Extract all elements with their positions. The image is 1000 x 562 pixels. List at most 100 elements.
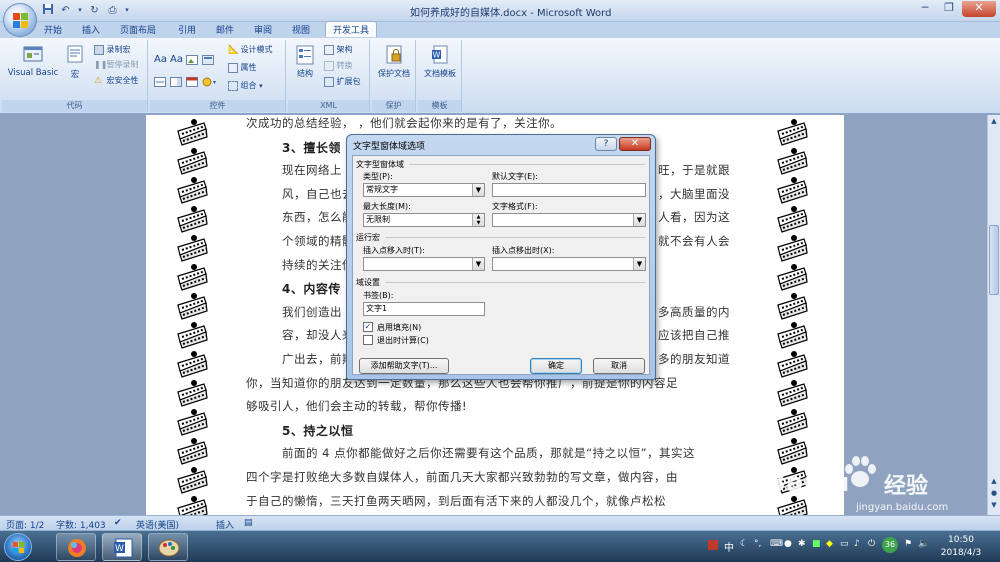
- tab-developer[interactable]: 开发工具: [325, 21, 378, 37]
- clock[interactable]: 10:50 2018/4/3: [936, 534, 986, 560]
- keyboard-icon[interactable]: ⌨: [770, 539, 783, 549]
- undo-dropdown-icon[interactable]: ▾: [76, 3, 84, 18]
- settings-icon[interactable]: ✱: [798, 539, 806, 549]
- macro-record-icon[interactable]: ▤: [244, 518, 253, 528]
- macros-icon: [67, 45, 83, 63]
- cancel-button[interactable]: 取消: [593, 358, 645, 374]
- taskbar-app-paint[interactable]: [148, 533, 188, 561]
- design-mode-button[interactable]: 📐 设计模式: [228, 44, 273, 55]
- maximize-button[interactable]: ❐: [938, 1, 960, 17]
- ime-moon-icon[interactable]: ☾: [740, 539, 748, 549]
- tab-insert[interactable]: 插入: [82, 23, 100, 36]
- display-icon[interactable]: ▭: [840, 539, 849, 549]
- spinner-icon[interactable]: ▲ ▼: [472, 214, 484, 226]
- combo-box-icon[interactable]: [170, 77, 182, 89]
- dialog-close-button[interactable]: ✕: [619, 137, 651, 151]
- rich-text-control-button[interactable]: Aa: [154, 54, 167, 65]
- cake-border-icon: [177, 119, 208, 146]
- text-format-dropdown-icon[interactable]: ▼: [633, 214, 645, 226]
- flag-icon[interactable]: ⚑: [904, 539, 912, 549]
- start-button[interactable]: [4, 533, 32, 561]
- scroll-up-icon[interactable]: ▲: [989, 117, 999, 127]
- print-preview-icon[interactable]: ⎙: [105, 3, 120, 18]
- speaker-icon[interactable]: 🔈: [918, 539, 929, 549]
- ok-button[interactable]: 确定: [530, 358, 582, 374]
- exit-macro-select[interactable]: ▼: [492, 257, 646, 271]
- redo-icon[interactable]: ↻: [87, 3, 102, 18]
- spell-check-icon[interactable]: ✔: [114, 518, 122, 528]
- type-select[interactable]: 常规文字 ▼: [363, 183, 485, 197]
- pause-recording-label: 暂停录制: [106, 60, 139, 69]
- network-status-icon[interactable]: ■: [812, 539, 821, 549]
- expansion-packs-button[interactable]: 扩展包: [324, 76, 361, 87]
- save-icon[interactable]: [40, 3, 55, 18]
- title-bar: ↶ ▾ ↻ ⎙ ▾ 如何养成好的自媒体.docx - Microsoft Wor…: [0, 0, 1000, 22]
- legacy-forms-icon[interactable]: [202, 77, 218, 89]
- date-picker-icon[interactable]: [186, 77, 198, 89]
- cake-border-icon: [177, 235, 208, 262]
- transform-icon: [324, 60, 334, 71]
- text-control-button[interactable]: Aa: [170, 54, 183, 65]
- visual-basic-button[interactable]: Visual Basic: [6, 44, 60, 78]
- document-heading: 4、内容传: [282, 282, 341, 297]
- macro-security-button[interactable]: ⚠ 宏安全性: [94, 75, 139, 86]
- tray-app-icon[interactable]: [708, 540, 718, 550]
- legacy-tools-icon[interactable]: [154, 77, 166, 89]
- taskbar-app-browser[interactable]: [56, 533, 96, 561]
- type-dropdown-icon[interactable]: ▼: [472, 184, 484, 196]
- record-macro-button[interactable]: 录制宏: [94, 44, 131, 55]
- building-block-icon[interactable]: [202, 55, 214, 67]
- entry-macro-select[interactable]: ▼: [363, 257, 485, 271]
- properties-button[interactable]: 属性: [228, 62, 257, 73]
- section-text-form-field: 文字型窗体域: [356, 160, 404, 169]
- customize-qat-icon[interactable]: ▾: [123, 3, 131, 18]
- power-icon[interactable]: ⏻: [868, 539, 875, 549]
- tray-badge[interactable]: 36: [882, 537, 898, 553]
- properties-label: 属性: [240, 63, 257, 72]
- scrollbar-thumb[interactable]: [989, 225, 999, 295]
- office-button[interactable]: [3, 3, 37, 37]
- svg-text:W: W: [433, 51, 441, 60]
- security-icon[interactable]: ◆: [826, 539, 833, 549]
- tab-page-layout[interactable]: 页面布局: [120, 23, 156, 36]
- text-form-field-options-dialog: 文字型窗体域选项 ? ✕ 文字型窗体域 类型(P): 常规文字 ▼ 默认文字(E…: [346, 134, 656, 380]
- add-help-text-button[interactable]: 添加帮助文字(T)...: [359, 358, 449, 374]
- document-line: 四个字是打败绝大多数自媒体人，前面几天大家都兴致勃勃的写文章，做内容，由: [246, 470, 678, 484]
- group-control-button[interactable]: 组合 ▾: [228, 80, 263, 91]
- taskbar-app-word[interactable]: W: [102, 533, 142, 561]
- protect-document-button[interactable]: 保护文档: [372, 44, 416, 79]
- bookmark-input[interactable]: 文字1: [363, 302, 485, 316]
- schema-button[interactable]: 架构: [324, 44, 353, 55]
- exit-macro-dropdown-icon[interactable]: ▼: [633, 258, 645, 270]
- picture-control-icon[interactable]: [186, 55, 198, 67]
- ime-punct-icon[interactable]: °,: [754, 539, 761, 549]
- text-format-select[interactable]: ▼: [492, 213, 646, 227]
- default-text-input[interactable]: [492, 183, 646, 197]
- minimize-button[interactable]: ─: [914, 1, 936, 17]
- document-template-label: 文档模板: [424, 69, 456, 78]
- dialog-help-button[interactable]: ?: [595, 137, 617, 151]
- structure-button[interactable]: 结构: [292, 44, 318, 79]
- user-icon[interactable]: ●: [784, 539, 792, 549]
- ime-indicator[interactable]: 中: [724, 539, 734, 554]
- pause-recording-button[interactable]: ❚❚ 暂停录制: [94, 59, 139, 70]
- tab-review[interactable]: 审阅: [254, 23, 272, 36]
- close-button[interactable]: ✕: [962, 1, 996, 17]
- group-xml: 结构 架构 转换 扩展包 XML: [288, 40, 370, 112]
- max-length-spinner[interactable]: 无限制 ▲ ▼: [363, 213, 485, 227]
- document-template-button[interactable]: W 文档模板: [418, 44, 462, 79]
- record-macro-label: 录制宏: [106, 45, 131, 54]
- undo-icon[interactable]: ↶: [58, 3, 73, 18]
- tab-home[interactable]: 开始: [44, 23, 62, 36]
- tab-mailings[interactable]: 邮件: [216, 23, 234, 36]
- fill-in-checkbox[interactable]: ✓: [363, 322, 373, 332]
- entry-macro-dropdown-icon[interactable]: ▼: [472, 258, 484, 270]
- transform-button[interactable]: 转换: [324, 60, 353, 71]
- group-templates: W 文档模板 模板: [418, 40, 462, 112]
- tab-view[interactable]: 视图: [292, 23, 310, 36]
- macros-button[interactable]: 宏: [64, 44, 86, 80]
- group-controls: Aa Aa 📐 设计模式 属性 组合 ▾ 控件: [150, 40, 286, 112]
- tab-references[interactable]: 引用: [178, 23, 196, 36]
- volume-icon[interactable]: ♪: [854, 539, 860, 549]
- calculate-on-exit-checkbox[interactable]: [363, 335, 373, 345]
